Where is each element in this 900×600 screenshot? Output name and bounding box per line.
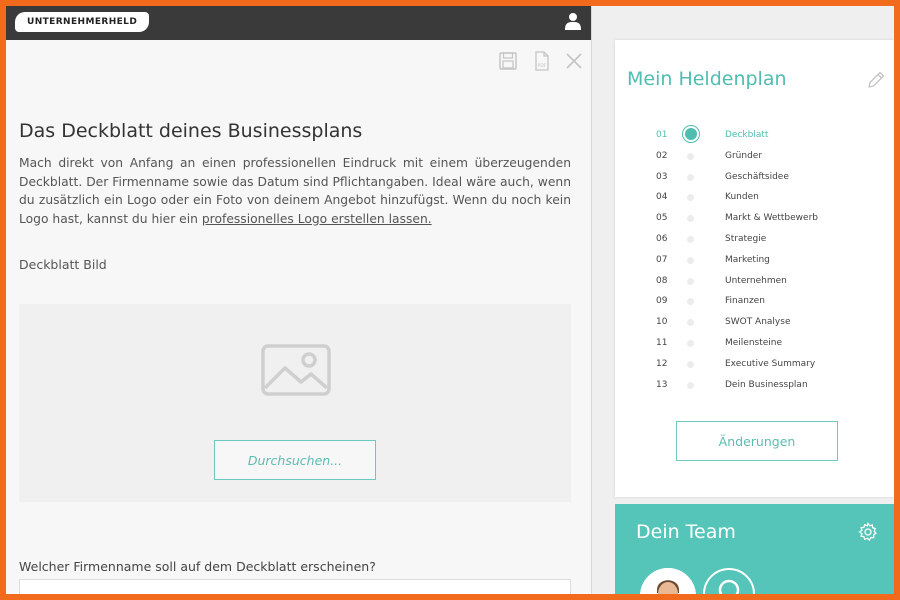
plan-step[interactable]: 01 Deckblatt	[615, 126, 894, 146]
top-bar: UNTERNEHMERHELD	[6, 6, 591, 40]
plan-step[interactable]: 02 Gründer	[615, 147, 894, 167]
step-label: SWOT Analyse	[725, 317, 791, 328]
step-label: Meilensteine	[725, 338, 783, 348]
step-label: Marketing	[725, 254, 770, 265]
plan-step[interactable]: 04 Kunden	[615, 188, 894, 208]
step-number: 03	[656, 171, 668, 182]
browse-button[interactable]: Durchsuchen...	[214, 440, 376, 480]
user-placeholder-icon	[718, 579, 740, 594]
plan-step[interactable]: 03 Geschäftsidee	[615, 168, 894, 188]
pdf-icon-label: PDF	[538, 63, 547, 69]
step-status-dot	[685, 128, 697, 140]
pdf-icon[interactable]: PDF	[531, 50, 553, 72]
page-title: Das Deckblatt deines Businessplans	[19, 120, 363, 142]
step-label: Kunden	[725, 192, 759, 203]
step-label: Strategie	[725, 234, 767, 244]
step-label: Unternehmen	[725, 275, 787, 286]
team-member-avatar[interactable]	[640, 568, 696, 594]
step-status-dot	[687, 340, 694, 347]
changes-button[interactable]: Änderungen	[676, 421, 838, 461]
image-section-label: Deckblatt Bild	[19, 257, 107, 272]
image-upload-area[interactable]: Durchsuchen...	[19, 304, 571, 502]
step-label: Gründer	[725, 150, 763, 161]
team-title: Dein Team	[636, 521, 736, 543]
panel-divider	[591, 6, 592, 594]
step-number: 09	[656, 296, 668, 307]
step-label: Finanzen	[725, 296, 765, 307]
step-label: Geschäftsidee	[725, 171, 789, 182]
step-label: Markt & Wettbewerb	[725, 213, 818, 224]
step-number: 06	[656, 234, 668, 244]
plan-step[interactable]: 11 Meilensteine	[615, 334, 894, 354]
image-icon	[261, 344, 331, 396]
step-number: 10	[656, 317, 668, 328]
step-label: Executive Summary	[725, 358, 816, 369]
step-status-dot	[687, 277, 694, 285]
step-number: 04	[656, 192, 668, 203]
plan-step[interactable]: 06 Strategie	[615, 230, 894, 250]
user-icon[interactable]	[565, 12, 581, 30]
editor-panel: UNTERNEHMERHELD PDF Das Deckblatt deines…	[6, 6, 591, 594]
step-number: 13	[656, 379, 668, 390]
team-card: Dein Team	[615, 504, 894, 594]
plan-step[interactable]: 07 Marketing	[615, 251, 894, 271]
step-status-dot	[687, 381, 694, 389]
logo-service-link[interactable]: professionelles Logo erstellen lassen.	[202, 212, 432, 226]
step-number: 01	[656, 130, 668, 140]
plan-step[interactable]: 12 Executive Summary	[615, 355, 894, 375]
step-status-dot	[687, 256, 694, 264]
step-label: Deckblatt	[725, 130, 769, 140]
step-status-dot	[687, 215, 694, 223]
step-status-dot	[687, 173, 694, 181]
step-status-dot	[687, 194, 694, 202]
plan-step[interactable]: 13 Dein Businessplan	[615, 376, 894, 396]
step-number: 08	[656, 275, 668, 286]
gear-icon[interactable]	[858, 522, 878, 542]
intro-paragraph: Mach direkt von Anfang an einen professi…	[19, 154, 571, 228]
step-number: 02	[656, 150, 668, 161]
plan-title: Mein Heldenplan	[627, 68, 787, 90]
step-status-dot	[687, 152, 694, 160]
step-status-dot	[687, 236, 694, 243]
company-name-input[interactable]	[19, 579, 571, 594]
step-number: 11	[656, 338, 668, 348]
add-team-member-button[interactable]	[703, 568, 755, 594]
company-name-label: Welcher Firmenname soll auf dem Deckblat…	[19, 559, 376, 574]
brand-logo[interactable]: UNTERNEHMERHELD	[15, 12, 150, 32]
step-status-dot	[687, 319, 694, 327]
plan-card: Mein Heldenplan 01 Deckblatt 02 Gründer 03 Ge…	[615, 40, 894, 497]
plan-step[interactable]: 05 Markt & Wettbewerb	[615, 209, 894, 229]
step-status-dot	[687, 298, 694, 306]
plan-step[interactable]: 09 Finanzen	[615, 292, 894, 312]
close-icon[interactable]	[563, 50, 585, 72]
step-number: 05	[656, 213, 668, 224]
pencil-icon[interactable]	[866, 70, 886, 90]
step-number: 12	[656, 358, 668, 369]
step-number: 07	[656, 254, 668, 265]
plan-step[interactable]: 08 Unternehmen	[615, 272, 894, 292]
step-status-dot	[687, 360, 694, 368]
avatar-portrait	[640, 568, 696, 594]
step-label: Dein Businessplan	[725, 379, 808, 390]
app-frame: UNTERNEHMERHELD PDF Das Deckblatt deines…	[6, 6, 894, 594]
plan-step[interactable]: 10 SWOT Analyse	[615, 313, 894, 333]
save-icon[interactable]	[497, 50, 519, 72]
